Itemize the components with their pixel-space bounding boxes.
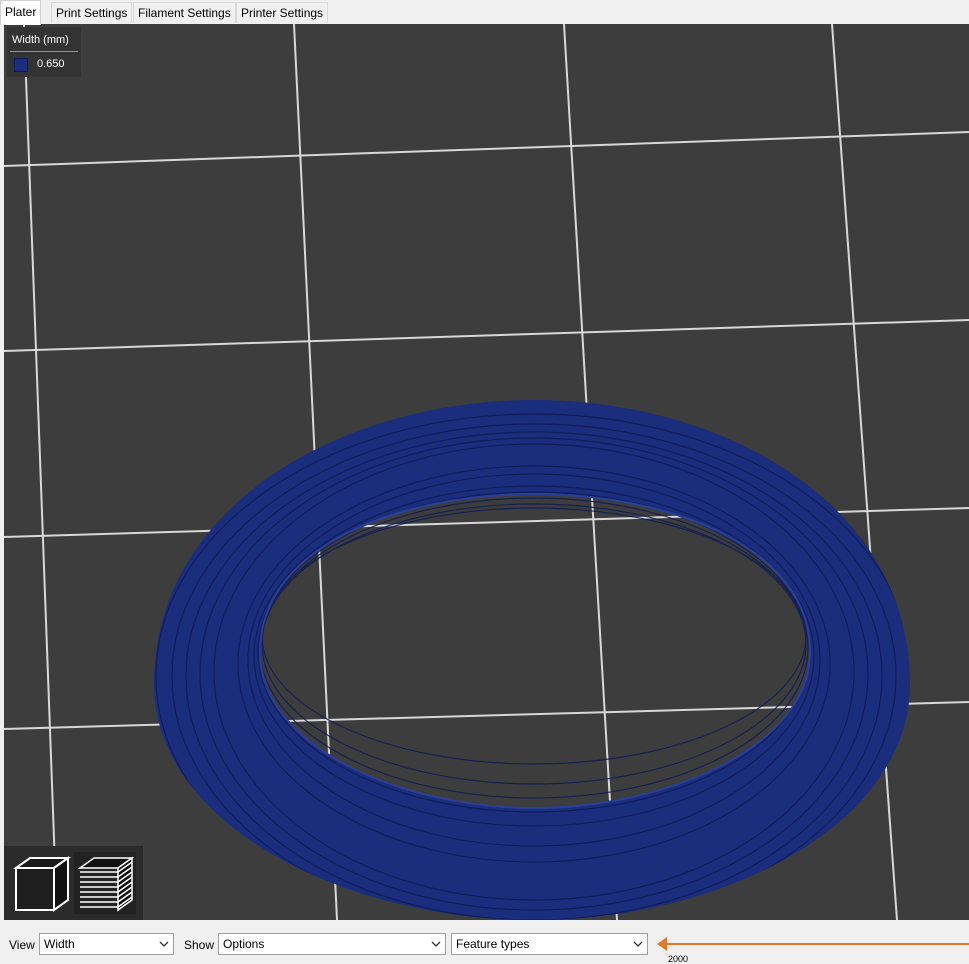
show-options-value: Options bbox=[223, 937, 265, 951]
tab-printer-settings[interactable]: Printer Settings bbox=[236, 2, 329, 23]
show-label: Show bbox=[184, 938, 215, 952]
preview-toolbar: View Width Show Options Feature types bbox=[0, 920, 969, 960]
view-type-select[interactable]: Width bbox=[39, 933, 174, 955]
chevron-down-icon bbox=[431, 941, 441, 947]
view-3d-button[interactable] bbox=[10, 852, 72, 914]
chevron-down-icon bbox=[633, 941, 643, 947]
show-options-select[interactable]: Options bbox=[218, 933, 446, 955]
gcode-preview-scene bbox=[4, 24, 969, 920]
legend-value: 0.650 bbox=[37, 58, 65, 70]
legend-color-swatch bbox=[14, 58, 28, 72]
legend-title: Width (mm) bbox=[12, 34, 69, 46]
feature-types-select[interactable]: Feature types bbox=[451, 933, 648, 955]
horizontal-move-slider[interactable] bbox=[663, 943, 969, 945]
view-toggle-panel bbox=[4, 846, 143, 920]
feature-types-value: Feature types bbox=[456, 937, 530, 951]
tab-plater[interactable]: Plater bbox=[0, 0, 42, 25]
tab-label: Plater bbox=[5, 5, 37, 19]
tab-label: Print Settings bbox=[56, 6, 128, 20]
printed-model bbox=[154, 400, 910, 920]
legend-divider bbox=[10, 51, 78, 52]
view-label: View bbox=[9, 938, 35, 952]
cube-icon bbox=[12, 856, 72, 912]
tab-label: Printer Settings bbox=[241, 6, 324, 20]
tab-print-settings[interactable]: Print Settings bbox=[51, 2, 133, 23]
preview-3d-viewport[interactable]: Width (mm) 0.650 bbox=[4, 24, 969, 920]
tab-filament-settings[interactable]: Filament Settings bbox=[133, 2, 236, 23]
tab-label: Filament Settings bbox=[138, 6, 231, 20]
slider-value: 2000 bbox=[668, 954, 689, 964]
legend: Width (mm) 0.650 bbox=[7, 27, 81, 77]
preview-button[interactable] bbox=[74, 852, 136, 914]
chevron-down-icon bbox=[159, 941, 169, 947]
layers-icon bbox=[77, 856, 135, 912]
view-type-value: Width bbox=[44, 937, 75, 951]
tab-bar: Plater Print Settings Filament Settings … bbox=[0, 0, 969, 25]
